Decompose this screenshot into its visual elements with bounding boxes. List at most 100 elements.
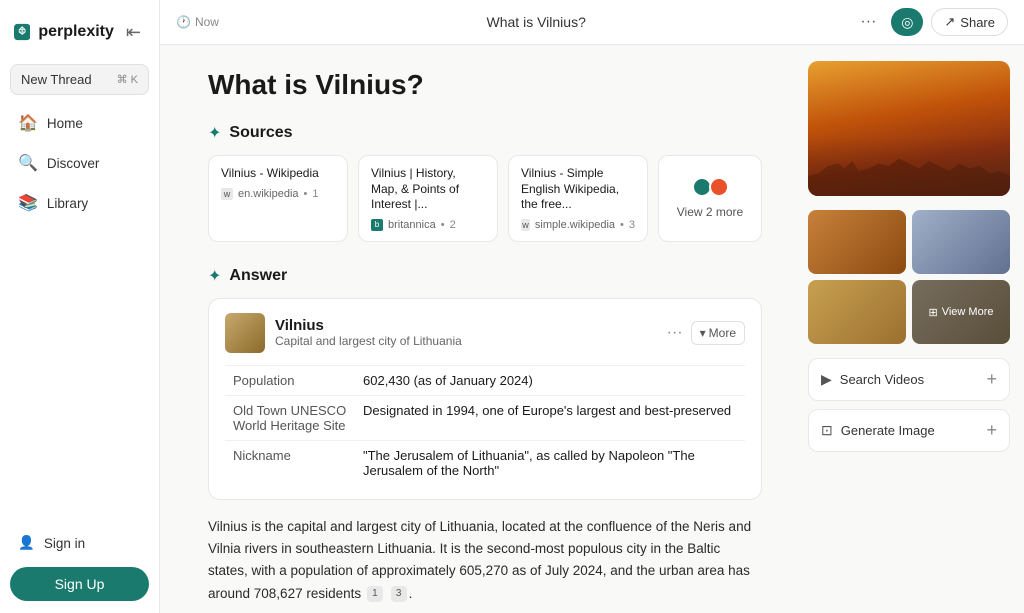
answer-section: ✦ Answer Vilnius Capital and largest cit… <box>208 266 762 613</box>
sign-in-item[interactable]: 👤 Sign in <box>10 527 149 559</box>
sidebar-item-home[interactable]: 🏠 Home <box>10 105 149 141</box>
main-wrapper: 🕐 Now What is Vilnius? ··· ◎ ↗ Share Wha… <box>160 0 1024 613</box>
topbar-more-button[interactable]: ··· <box>853 8 883 36</box>
source-num-1: • <box>304 188 308 200</box>
image-overlay <box>808 136 1010 196</box>
answer-icon: ✦ <box>208 266 221 286</box>
sources-icon: ✦ <box>208 123 221 143</box>
nickname-label: Nickname <box>225 440 355 485</box>
source-card-2[interactable]: Vilnius | History, Map, & Points of Inte… <box>358 155 498 242</box>
source-favicon-3: w <box>521 219 530 231</box>
logo-area: perplexity ⇤ <box>10 12 149 60</box>
vilnius-info-card: Vilnius Capital and largest city of Lith… <box>208 298 762 500</box>
view-more-icons <box>692 177 729 197</box>
source-favicon-2: b <box>371 219 383 231</box>
signup-button[interactable]: Sign Up <box>10 567 149 601</box>
sidebar-item-library-label: Library <box>47 196 88 211</box>
sidebar-item-discover[interactable]: 🔍 Discover <box>10 145 149 181</box>
new-thread-label: New Thread <box>21 72 92 87</box>
source-num-3: • <box>620 219 624 231</box>
answer-more-dropdown-button[interactable]: ▾ More <box>691 321 745 345</box>
share-icon: ↗ <box>944 14 955 30</box>
citation-1[interactable]: 1 <box>367 586 383 602</box>
view-more-label: View 2 more <box>677 205 743 219</box>
topbar-actions: ··· ◎ ↗ Share <box>853 8 1008 36</box>
generate-image-label: Generate Image <box>841 423 935 438</box>
focus-button[interactable]: ◎ <box>891 8 923 36</box>
sidebar-item-home-label: Home <box>47 116 83 131</box>
page-title: What is Vilnius? <box>208 69 762 101</box>
vilnius-info: Vilnius Capital and largest city of Lith… <box>275 317 657 348</box>
source-count-1: 1 <box>312 188 318 200</box>
main-image[interactable] <box>808 61 1010 196</box>
discover-icon: 🔍 <box>18 153 38 173</box>
source-meta-3: w simple.wikipedia • 3 <box>521 219 635 231</box>
source-site-3: simple.wikipedia <box>535 219 615 231</box>
generate-image-plus-icon: + <box>986 420 997 441</box>
source-meta-2: b britannica • 2 <box>371 219 485 231</box>
view-more-images-label: View More <box>942 306 994 318</box>
generate-image-left: ⊡ Generate Image <box>821 422 935 439</box>
answer-section-header: ✦ Answer <box>208 266 762 286</box>
topbar-time: 🕐 Now <box>176 15 219 29</box>
search-videos-label: Search Videos <box>840 372 924 387</box>
source-card-3[interactable]: Vilnius - Simple English Wikipedia, the … <box>508 155 648 242</box>
source-site-2: britannica <box>388 219 436 231</box>
logo-text: perplexity <box>38 23 114 41</box>
main-content: What is Vilnius? ✦ Sources Vilnius - Wik… <box>160 45 794 613</box>
population-value: 602,430 (as of January 2024) <box>355 365 745 395</box>
video-icon: ▶ <box>821 371 832 388</box>
sign-in-label: Sign in <box>44 536 85 551</box>
table-row-population: Population 602,430 (as of January 2024) <box>225 365 745 395</box>
topbar: 🕐 Now What is Vilnius? ··· ◎ ↗ Share <box>160 0 1024 45</box>
body-paragraph-1: Vilnius is the capital and largest city … <box>208 516 762 605</box>
image-thumb-4[interactable]: ⊞ View More <box>912 280 1010 344</box>
answer-card-actions: ··· ▾ More <box>667 321 745 345</box>
generate-image-row[interactable]: ⊡ Generate Image + <box>808 409 1010 452</box>
sources-title: Sources <box>229 124 292 142</box>
sources-grid: Vilnius - Wikipedia w en.wikipedia • 1 V… <box>208 155 762 242</box>
source-count-2: 2 <box>450 219 456 231</box>
source-title-2: Vilnius | History, Map, & Points of Inte… <box>371 166 485 213</box>
source-favicon-1: w <box>221 188 233 200</box>
view-more-icon-2 <box>709 177 729 197</box>
image-thumb-2[interactable] <box>912 210 1010 274</box>
content-area: What is Vilnius? ✦ Sources Vilnius - Wik… <box>160 45 1024 613</box>
search-videos-plus-icon: + <box>986 369 997 390</box>
answer-more-button[interactable]: ··· <box>667 324 683 342</box>
image-gen-icon: ⊡ <box>821 422 833 439</box>
focus-icon: ◎ <box>901 14 913 31</box>
sidebar-item-library[interactable]: 📚 Library <box>10 185 149 221</box>
view-more-card[interactable]: View 2 more <box>658 155 762 242</box>
chevron-down-icon: ▾ <box>700 326 706 340</box>
collapse-sidebar-button[interactable]: ⇤ <box>122 20 145 45</box>
topbar-time-label: Now <box>195 15 219 29</box>
source-num-2: • <box>441 219 445 231</box>
new-thread-button[interactable]: New Thread ⌘ K <box>10 64 149 95</box>
source-meta-1: w en.wikipedia • 1 <box>221 188 335 200</box>
home-icon: 🏠 <box>18 113 38 133</box>
source-card-1[interactable]: Vilnius - Wikipedia w en.wikipedia • 1 <box>208 155 348 242</box>
share-button[interactable]: ↗ Share <box>931 8 1008 36</box>
answer-title: Answer <box>229 267 287 285</box>
view-more-overlay: ⊞ View More <box>912 280 1010 344</box>
perplexity-logo-icon <box>14 18 30 46</box>
vilnius-info-table: Population 602,430 (as of January 2024) … <box>225 365 745 485</box>
heritage-label: Old Town UNESCO World Heritage Site <box>225 395 355 440</box>
sidebar-bottom: 👤 Sign in Sign Up <box>10 527 149 601</box>
search-videos-row[interactable]: ▶ Search Videos + <box>808 358 1010 401</box>
image-thumb-3[interactable] <box>808 280 906 344</box>
heritage-value: Designated in 1994, one of Europe's larg… <box>355 395 745 440</box>
image-thumb-1[interactable] <box>808 210 906 274</box>
search-videos-left: ▶ Search Videos <box>821 371 924 388</box>
image-grid: ⊞ View More <box>808 210 1010 344</box>
citation-2[interactable]: 3 <box>391 586 407 602</box>
population-label: Population <box>225 365 355 395</box>
right-sidebar: ⊞ View More ▶ Search Videos + ⊡ Generate… <box>794 45 1024 613</box>
library-icon: 📚 <box>18 193 38 213</box>
vilnius-thumbnail <box>225 313 265 353</box>
vilnius-subtitle: Capital and largest city of Lithuania <box>275 334 657 348</box>
table-row-nickname: Nickname "The Jerusalem of Lithuania", a… <box>225 440 745 485</box>
vilnius-card-header: Vilnius Capital and largest city of Lith… <box>225 313 745 353</box>
view-more-images-icon: ⊞ <box>929 306 938 319</box>
